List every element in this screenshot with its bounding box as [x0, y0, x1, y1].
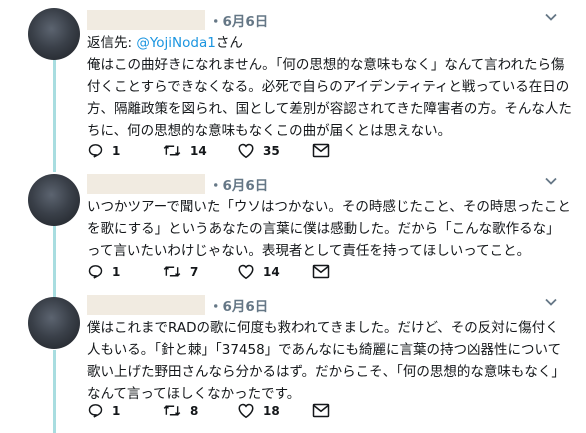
like-button[interactable]: 35 — [237, 142, 312, 159]
retweet-count: 14 — [190, 143, 207, 158]
tweet-text: 僕はこれまでRADの歌に何度も救われてきました。だけど、その反対に傷付く人もいる… — [87, 320, 565, 402]
like-count: 35 — [263, 143, 280, 158]
like-count: 18 — [263, 403, 280, 418]
reply-button[interactable]: 1 — [87, 263, 162, 280]
retweet-icon — [163, 145, 181, 156]
heart-icon — [238, 403, 254, 419]
like-count: 14 — [263, 264, 280, 279]
heart-icon — [238, 264, 254, 280]
reply-count: 1 — [112, 143, 121, 158]
reply-button[interactable]: 1 — [87, 402, 162, 419]
retweet-button[interactable]: 14 — [162, 142, 237, 159]
chevron-down-icon[interactable] — [544, 10, 558, 24]
avatar[interactable] — [28, 174, 80, 226]
chevron-down-icon[interactable] — [544, 174, 558, 188]
reply-handle-link[interactable]: @YojiNoda1 — [136, 35, 216, 51]
avatar[interactable] — [28, 297, 80, 349]
direct-message-button[interactable] — [312, 143, 387, 158]
tweet-date[interactable]: ・6月6日 — [209, 174, 268, 194]
reply-button[interactable]: 1 — [87, 142, 162, 159]
heart-icon — [238, 143, 254, 159]
tweet-text: いつかツアーで聞いた「ウソはつかない。その時感じたこと、その時思ったことを歌にす… — [87, 199, 571, 259]
envelope-icon — [312, 403, 330, 418]
envelope-icon — [312, 143, 330, 158]
reply-icon — [88, 265, 103, 279]
reply-icon — [88, 144, 103, 158]
tweet-text: 俺はこの曲好きになれません。「何の思想的な意味もなく」なんて言われたら傷付くこと… — [87, 57, 572, 139]
direct-message-button[interactable] — [312, 403, 387, 418]
retweet-count: 7 — [190, 264, 199, 279]
author-name-redacted[interactable] — [87, 10, 205, 30]
reply-to-line: 返信先: @YojiNoda1さん — [87, 32, 572, 54]
reply-count: 1 — [112, 403, 121, 418]
tweet-actions: 1 14 35 — [87, 142, 387, 159]
tweet-date[interactable]: ・6月6日 — [209, 10, 268, 30]
chevron-down-icon[interactable] — [544, 295, 558, 309]
avatar[interactable] — [28, 8, 80, 60]
like-button[interactable]: 18 — [237, 402, 312, 419]
author-name-redacted[interactable] — [87, 295, 205, 315]
like-button[interactable]: 14 — [237, 263, 312, 280]
thread-line — [53, 226, 56, 300]
reply-to-suffix: さん — [215, 35, 243, 51]
retweet-count: 8 — [190, 403, 199, 418]
reply-count: 1 — [112, 264, 121, 279]
envelope-icon — [312, 264, 330, 279]
retweet-icon — [163, 405, 181, 416]
thread-line — [53, 44, 56, 172]
thread-line — [53, 350, 56, 433]
retweet-button[interactable]: 7 — [162, 263, 237, 280]
tweet-actions: 1 7 14 — [87, 263, 387, 280]
retweet-button[interactable]: 8 — [162, 402, 237, 419]
tweet-date[interactable]: ・6月6日 — [209, 295, 268, 315]
reply-to-label: 返信先: — [87, 35, 137, 51]
tweet-actions: 1 8 18 — [87, 402, 387, 419]
author-name-redacted[interactable] — [87, 174, 205, 194]
reply-icon — [88, 404, 103, 418]
direct-message-button[interactable] — [312, 264, 387, 279]
retweet-icon — [163, 266, 181, 277]
